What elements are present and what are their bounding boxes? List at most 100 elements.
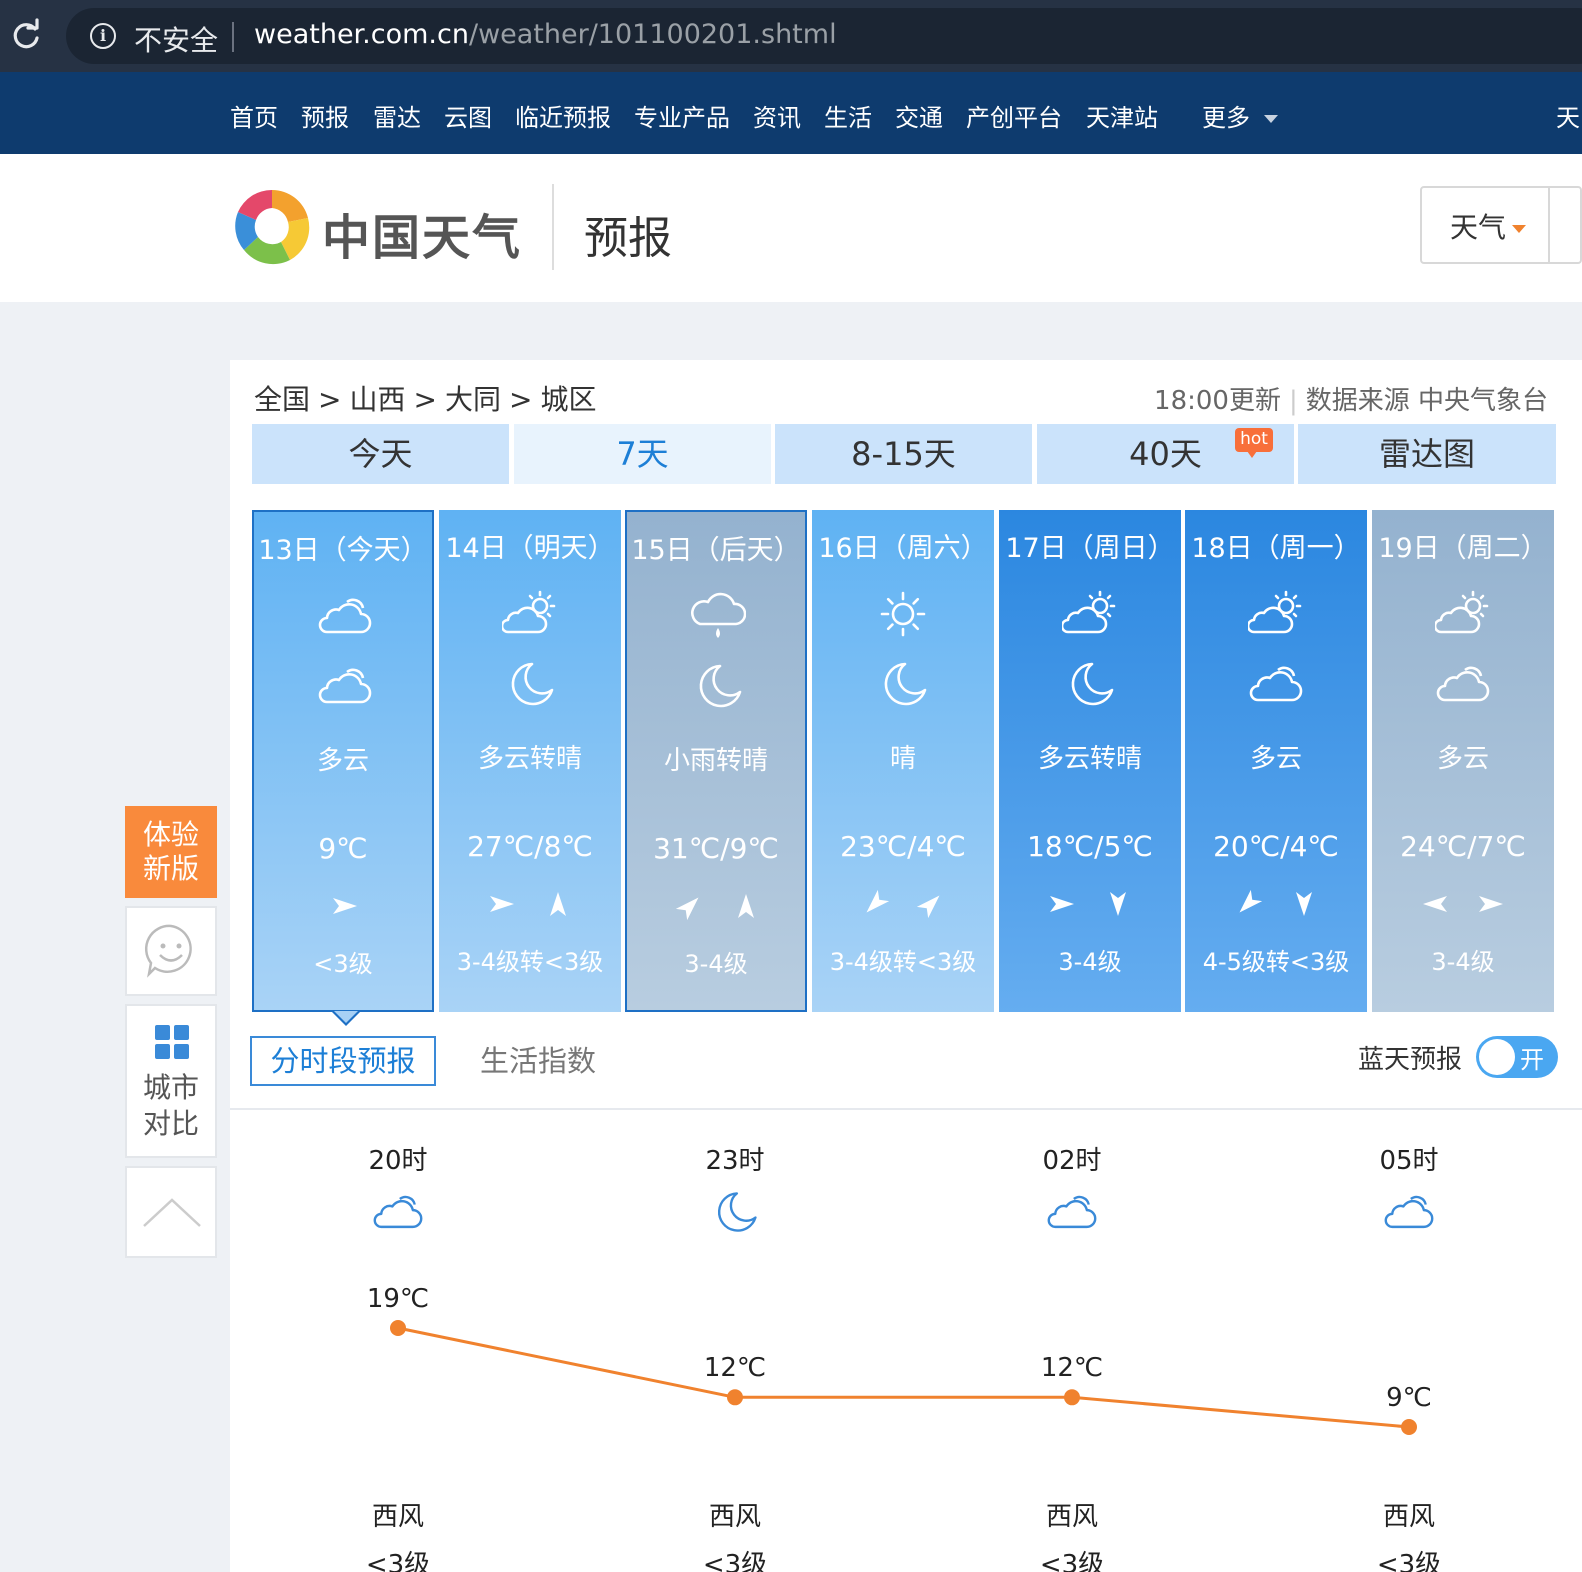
url-text[interactable]: weather.com.cn/weather/101100201.shtml (254, 19, 837, 50)
wind-directions (1185, 888, 1367, 922)
wind-arrow-icon (333, 898, 357, 914)
wind-arrow-icon (1423, 896, 1447, 912)
moon-icon (717, 1192, 757, 1232)
day-date: 13日（今天） (258, 535, 428, 566)
hour-temp: 12℃ (1040, 1353, 1104, 1384)
search-type-select[interactable]: 天气 (1450, 206, 1527, 246)
city-compare-button[interactable]: 城市 对比 (125, 1004, 217, 1158)
weather-desc: 多云转晴 (1037, 744, 1142, 774)
nav-item-5[interactable]: 专业产品 (634, 98, 730, 133)
toggle-label: 开 (1520, 1046, 1544, 1074)
nav-item-7[interactable]: 生活 (824, 98, 872, 133)
day-card[interactable]: 19日（周二） 多云 24℃/7℃ 3-4级 (1372, 510, 1554, 1012)
day-card[interactable]: 17日（周日） 多云转晴 18℃/5℃ 3-4级 (999, 510, 1181, 1012)
logo-text[interactable]: 中国天气 (322, 198, 522, 268)
tab-1[interactable]: 7天 (514, 424, 771, 484)
weather-desc: 小雨转晴 (663, 746, 768, 776)
section-divider (230, 1108, 1582, 1110)
data-source: 数据来源 中央气象台 (1305, 386, 1548, 416)
wind-level: 3-4级转<3级 (456, 948, 604, 976)
day-card[interactable]: 13日（今天） 多云 9℃ <3级 (252, 510, 434, 1026)
browser-bar: i 不安全 weather.com.cn/weather/101100201.s… (0, 0, 1582, 72)
bluesky-toggle[interactable]: 开 (1476, 1036, 1558, 1078)
day-date: 17日（周日） (1005, 533, 1175, 564)
hour-time: 23时 (705, 1146, 765, 1176)
nav-item-9[interactable]: 产创平台 (966, 98, 1062, 133)
wind-level: 3-4级 (1431, 948, 1495, 976)
wind-directions (999, 888, 1181, 922)
wind-directions (812, 888, 994, 922)
wind-directions (254, 890, 432, 924)
temperature: 20℃/4℃ (1213, 830, 1339, 863)
light-rain-icon (691, 592, 746, 638)
nav-item-6[interactable]: 资讯 (753, 98, 801, 133)
tab-2[interactable]: 8-15天 (775, 424, 1032, 484)
cloudy-icon (1047, 1195, 1097, 1229)
tab-label: 7天 (616, 435, 669, 473)
nav-item-0[interactable]: 首页 (230, 98, 278, 133)
breadcrumb-item[interactable]: 全国 (254, 383, 310, 416)
partly-cloudy-icon (1435, 590, 1489, 634)
nav-item-edge[interactable]: 天 (1556, 98, 1580, 133)
hour-time: 20时 (368, 1146, 428, 1176)
feedback-button[interactable] (125, 906, 217, 996)
new-version-label-1: 体验 (142, 818, 199, 851)
tab-hourly-forecast[interactable]: 分时段预报 (250, 1036, 436, 1086)
hour-time: 02时 (1042, 1146, 1102, 1176)
tab-label: 40天 (1129, 435, 1202, 473)
nav-item-10[interactable]: 天津站 (1086, 98, 1158, 133)
hour-temp: 12℃ (703, 1353, 767, 1384)
weather-desc: 晴 (889, 744, 916, 774)
logo-icon[interactable] (232, 184, 312, 270)
new-version-button[interactable]: 体验 新版 (125, 806, 217, 898)
cloudy-icon (1384, 1195, 1434, 1229)
tab-3[interactable]: 40天 hot (1037, 424, 1294, 484)
address-bar[interactable]: i 不安全 weather.com.cn/weather/101100201.s… (66, 8, 1582, 64)
tab-label: 8-15天 (851, 435, 956, 473)
tab-0[interactable]: 今天 (252, 424, 509, 484)
seven-day-forecast: 13日（今天） 多云 9℃ <3级 14日（明天） 多云转晴 27℃/8℃ 3-4级转<3级 1… (252, 510, 1582, 1026)
day-date: 15日（后天） (631, 535, 801, 566)
hour-wind-level: <3级 (702, 1550, 768, 1572)
nav-item-2[interactable]: 雷达 (373, 98, 421, 133)
day-card[interactable]: 16日（周六） 晴 23℃/4℃ 3-4级转<3级 (812, 510, 994, 1012)
nav-item-3[interactable]: 云图 (444, 98, 492, 133)
tab-4[interactable]: 雷达图 (1298, 424, 1556, 484)
reload-icon[interactable] (8, 18, 44, 54)
wind-directions (1372, 888, 1554, 922)
hour-wind: 西风 (708, 1502, 761, 1532)
city-compare-label: 城市 对比 (142, 1071, 199, 1140)
nav-more[interactable]: 更多 (1202, 98, 1278, 133)
search-box[interactable]: 天气 (1420, 186, 1582, 264)
wind-arrow-icon (1239, 889, 1263, 913)
nav-item-8[interactable]: 交通 (895, 98, 943, 133)
tab-label: 今天 (348, 435, 413, 473)
cloudy-icon (1436, 666, 1490, 702)
hour-temp: 9℃ (1386, 1383, 1432, 1413)
breadcrumb-item[interactable]: 大同 (445, 383, 501, 416)
wind-level: 3-4级 (684, 950, 748, 978)
day-card[interactable]: 15日（后天） 小雨转晴 31℃/9℃ 3-4级 (625, 510, 807, 1012)
selected-pointer (332, 1011, 360, 1026)
tab-label: 雷达图 (1378, 435, 1475, 473)
sun-icon (880, 591, 926, 637)
info-icon[interactable]: i (90, 23, 116, 49)
temp-point (727, 1389, 743, 1406)
forecast-card: 全国 > 山西 > 大同 > 城区 18:00更新 | 数据来源 中央气象台 今天 7天 8-15天… (230, 360, 1582, 1572)
temperature: 9℃ (318, 832, 368, 865)
nav-item-4[interactable]: 临近预报 (515, 98, 611, 133)
day-card[interactable]: 14日（明天） 多云转晴 27℃/8℃ 3-4级转<3级 (439, 510, 621, 1012)
temp-point (1401, 1419, 1417, 1435)
bluesky-label: 蓝天预报 (1357, 1045, 1462, 1075)
caret-down-icon (1512, 225, 1527, 233)
back-to-top-button[interactable] (125, 1166, 217, 1258)
tab-life-index[interactable]: 生活指数 (480, 1036, 596, 1086)
wind-arrow-icon (866, 889, 890, 913)
wind-arrow-icon (738, 894, 754, 918)
day-card[interactable]: 18日（周一） 多云 20℃/4℃ 4-5级转<3级 (1185, 510, 1367, 1012)
moon-icon (1071, 662, 1114, 706)
grid-icon (155, 1025, 189, 1059)
nav-item-1[interactable]: 预报 (301, 98, 349, 133)
weather-desc: 多云转晴 (477, 744, 582, 774)
breadcrumb-item[interactable]: 山西 (349, 383, 405, 416)
